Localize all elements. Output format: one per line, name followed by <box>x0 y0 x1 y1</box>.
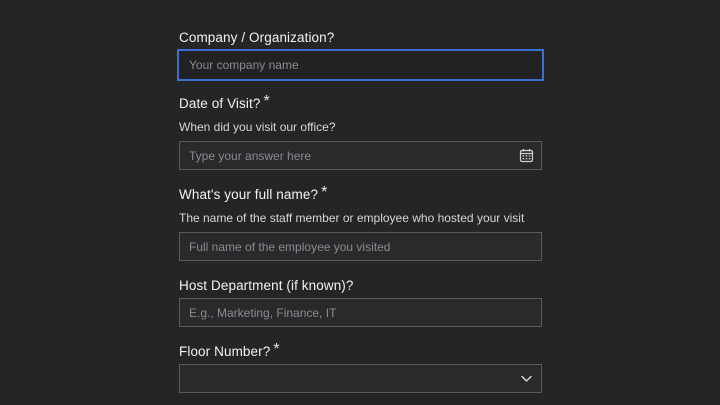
company-input[interactable] <box>189 51 509 79</box>
calendar-icon[interactable] <box>519 148 534 163</box>
full-name-field[interactable] <box>179 232 542 261</box>
full-name-input[interactable] <box>189 233 509 260</box>
full-name-help: The name of the staff member or employee… <box>179 211 525 225</box>
visit-date-input[interactable] <box>189 142 509 169</box>
visit-date-label: Date of Visit? * <box>179 93 270 111</box>
department-field[interactable] <box>179 298 542 327</box>
floor-select-value[interactable] <box>189 365 509 392</box>
company-field[interactable] <box>177 49 544 81</box>
department-input[interactable] <box>189 299 509 326</box>
full-name-label: What's your full name? * <box>179 184 328 202</box>
form-page: Company / Organization? Date of Visit?* … <box>0 0 720 405</box>
floor-label: Floor Number? * <box>179 341 280 359</box>
visit-date-help: When did you visit our office? <box>179 120 336 134</box>
required-mark: * <box>263 93 270 110</box>
chevron-down-icon[interactable] <box>519 371 534 386</box>
floor-select[interactable] <box>179 364 542 393</box>
department-label: Host Department (if known)? <box>179 278 354 293</box>
required-mark: * <box>273 341 280 358</box>
visit-date-field[interactable] <box>179 141 542 170</box>
company-label: Company / Organization? <box>179 30 335 45</box>
required-mark: * <box>321 184 328 201</box>
